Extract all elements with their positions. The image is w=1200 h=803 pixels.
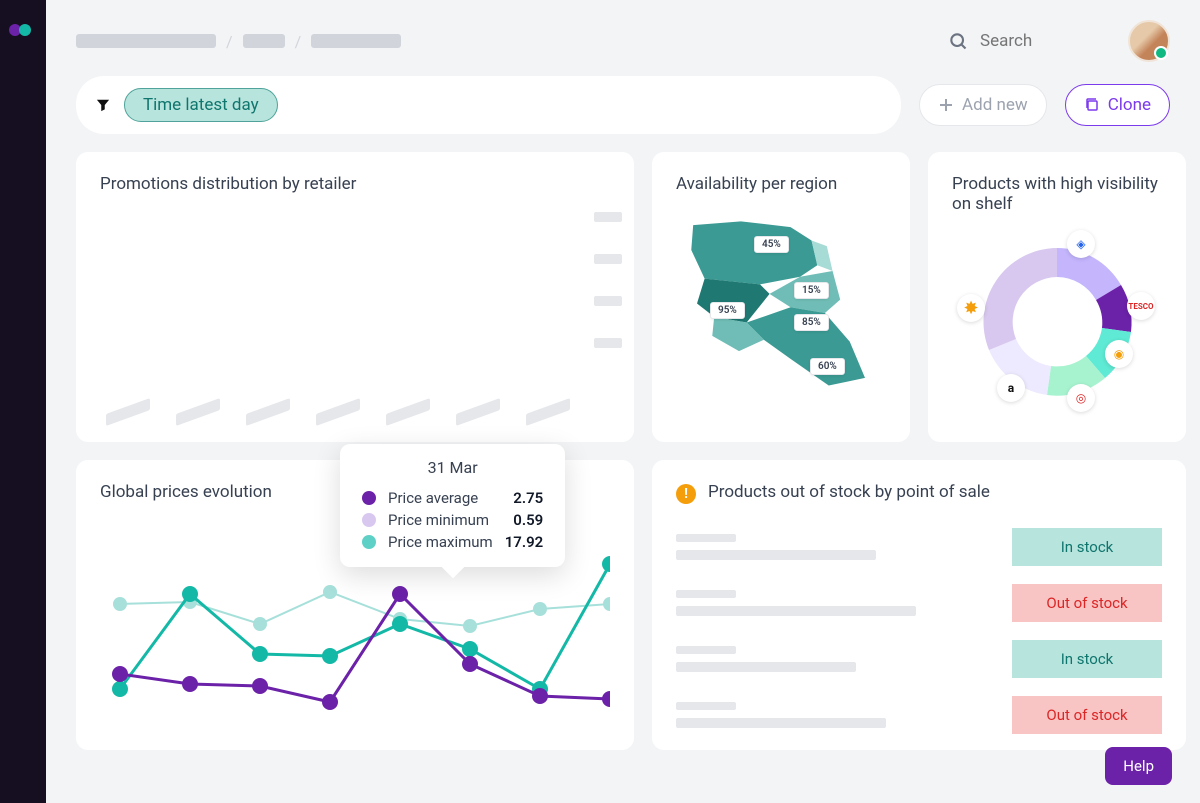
table-row: In stock xyxy=(676,528,1162,566)
retailer-badge-walmart: ✸ xyxy=(957,294,985,322)
clone-button[interactable]: Clone xyxy=(1065,84,1170,126)
avatar[interactable] xyxy=(1128,20,1170,62)
map-badge: 85% xyxy=(794,314,829,331)
visibility-card: Products with high visibility on shelf ◈… xyxy=(928,152,1186,442)
breadcrumb-item[interactable] xyxy=(243,34,285,48)
stock-card: ! Products out of stock by point of sale… xyxy=(652,460,1186,750)
map-badge: 60% xyxy=(810,358,845,375)
filter-bar: Time latest day xyxy=(76,76,901,134)
chart-x-labels xyxy=(100,406,610,418)
availability-card: Availability per region 45% 15% 95% 85% … xyxy=(652,152,910,442)
prices-card: Global prices evolution 31 Mar Price ave… xyxy=(76,460,634,750)
search-input[interactable] xyxy=(980,31,1100,51)
visibility-donut: ◈ TESCO ◉ ◎ a ✸ xyxy=(967,232,1147,412)
tooltip-max-label: Price maximum xyxy=(388,533,493,551)
chart-legend-placeholder xyxy=(594,212,622,348)
status-in-stock: In stock xyxy=(1012,640,1162,678)
status-in-stock: In stock xyxy=(1012,528,1162,566)
retailer-badge-carrefour: ◈ xyxy=(1067,230,1095,258)
table-row: In stock xyxy=(676,640,1162,678)
breadcrumb-sep: / xyxy=(295,32,302,51)
tooltip-date: 31 Mar xyxy=(362,458,543,477)
toolbar: Time latest day Add new Clone xyxy=(76,76,1170,134)
plus-icon xyxy=(938,97,954,113)
header: / / xyxy=(76,0,1170,76)
breadcrumb-item[interactable] xyxy=(76,34,216,48)
sidenav xyxy=(0,0,46,803)
clone-label: Clone xyxy=(1108,95,1151,115)
table-row: Out of stock xyxy=(676,696,1162,734)
map-badge: 95% xyxy=(710,302,745,319)
promotions-chart xyxy=(100,212,610,392)
clone-icon xyxy=(1084,97,1100,113)
add-new-button[interactable]: Add new xyxy=(919,84,1047,126)
breadcrumb-item[interactable] xyxy=(311,34,401,48)
card-title: Products with high visibility on shelf xyxy=(952,174,1162,214)
filter-pill-time[interactable]: Time latest day xyxy=(124,88,278,122)
breadcrumb: / / xyxy=(76,32,401,51)
promotions-card: Promotions distribution by retailer xyxy=(76,152,634,442)
retailer-badge-target: ◎ xyxy=(1067,384,1095,412)
prices-chart: 31 Mar Price average2.75 Price minimum0.… xyxy=(100,524,610,724)
tooltip-avg-label: Price average xyxy=(388,489,501,507)
status-out-stock: Out of stock xyxy=(1012,696,1162,734)
retailer-badge-amazon: a xyxy=(997,374,1025,402)
help-button[interactable]: Help xyxy=(1105,747,1172,785)
region-map: 45% 15% 95% 85% 60% xyxy=(676,208,886,418)
card-title: Products out of stock by point of sale xyxy=(708,482,990,502)
retailer-badge-mercadona: ◉ xyxy=(1105,340,1133,368)
tooltip-min-value: 0.59 xyxy=(513,511,543,529)
logo xyxy=(9,24,37,38)
table-row: Out of stock xyxy=(676,584,1162,622)
alert-icon: ! xyxy=(676,484,696,504)
card-title: Availability per region xyxy=(676,174,886,194)
tooltip-max-value: 17.92 xyxy=(505,533,544,551)
card-title: Promotions distribution by retailer xyxy=(100,174,610,194)
search-area[interactable] xyxy=(934,23,1114,59)
main-content: / / Time latest day Add new Clone xyxy=(46,0,1200,803)
dashboard-grid: Promotions distribution by retailer Avai… xyxy=(76,152,1170,750)
tooltip-avg-value: 2.75 xyxy=(513,489,543,507)
map-badge: 45% xyxy=(754,236,789,253)
chart-tooltip: 31 Mar Price average 2.75 Price minimum 0.… xyxy=(340,444,565,567)
breadcrumb-sep: / xyxy=(226,32,233,51)
online-indicator xyxy=(1154,46,1168,60)
add-new-label: Add new xyxy=(962,95,1028,115)
map-badge: 15% xyxy=(794,282,829,299)
stock-table: In stock Out of stock In stock Out of st… xyxy=(676,528,1162,734)
retailer-badge-tesco: TESCO xyxy=(1127,292,1155,320)
search-icon xyxy=(948,31,968,51)
status-out-stock: Out of stock xyxy=(1012,584,1162,622)
filter-icon[interactable] xyxy=(96,98,110,112)
tooltip-min-label: Price minimum xyxy=(388,511,501,529)
